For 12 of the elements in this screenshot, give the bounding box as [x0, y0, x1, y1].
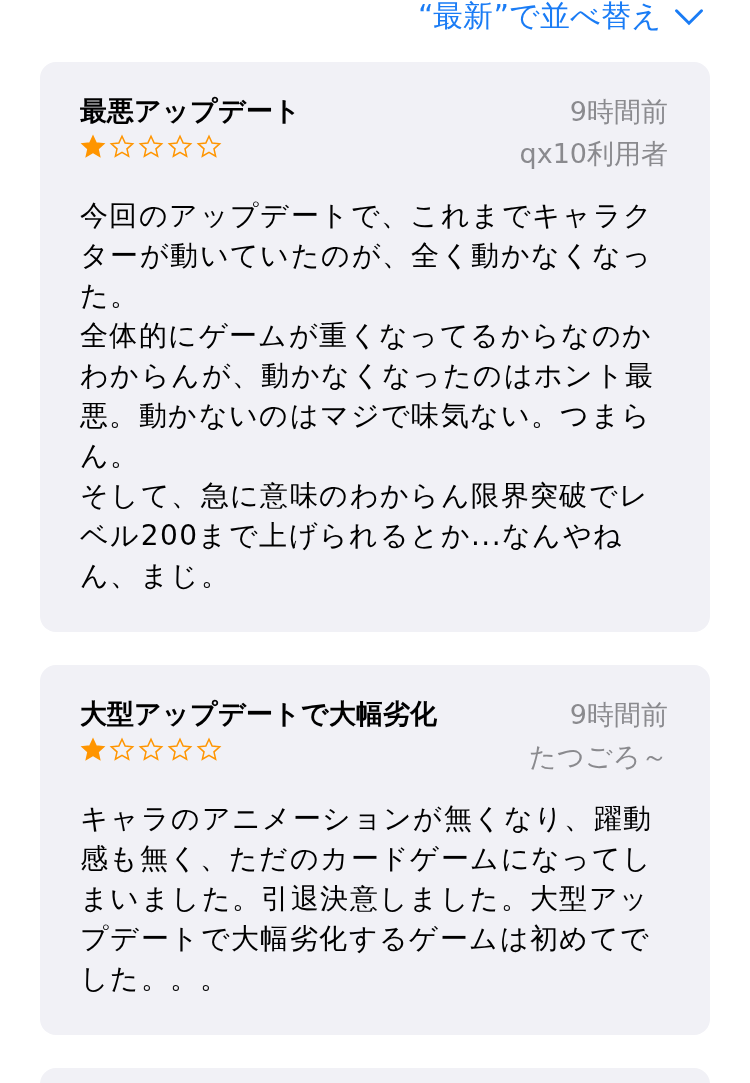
review-author: たつごろ～ — [529, 740, 668, 774]
review-time: 9時間前 — [569, 95, 668, 129]
review-text: キャラのアニメーションが無くなり、躍動感も無く、ただのカードゲームになってしまいました。引退決意しました。大型アップデートで大幅劣化するゲームは初めてでした。。。 — [80, 801, 654, 997]
review-text: 今回のアップデートで、これまでキャラクターが動いていたのが、全く動かなくなった。 — [80, 198, 655, 314]
chevron-down-icon — [674, 6, 704, 27]
review-author: qx10利用者 — [519, 137, 668, 171]
review-text: そして、急に意味のわからん限界突破でレベル200まで上げられるとか...なんやねん、まじ。 — [80, 478, 651, 594]
review-text: 全体的にゲームが重くなってるからなのかわからんが、動かなくなったのはホント最悪。動かないのはマジで味気ない。つまらん。 — [80, 318, 656, 474]
review-title: 最悪アップデート — [80, 94, 301, 128]
review-title: 大型アップデートで大幅劣化 — [80, 697, 437, 731]
review-time: 9時間前 — [569, 698, 668, 732]
sort-button[interactable]: “最新”で並べ替え — [417, 0, 710, 37]
